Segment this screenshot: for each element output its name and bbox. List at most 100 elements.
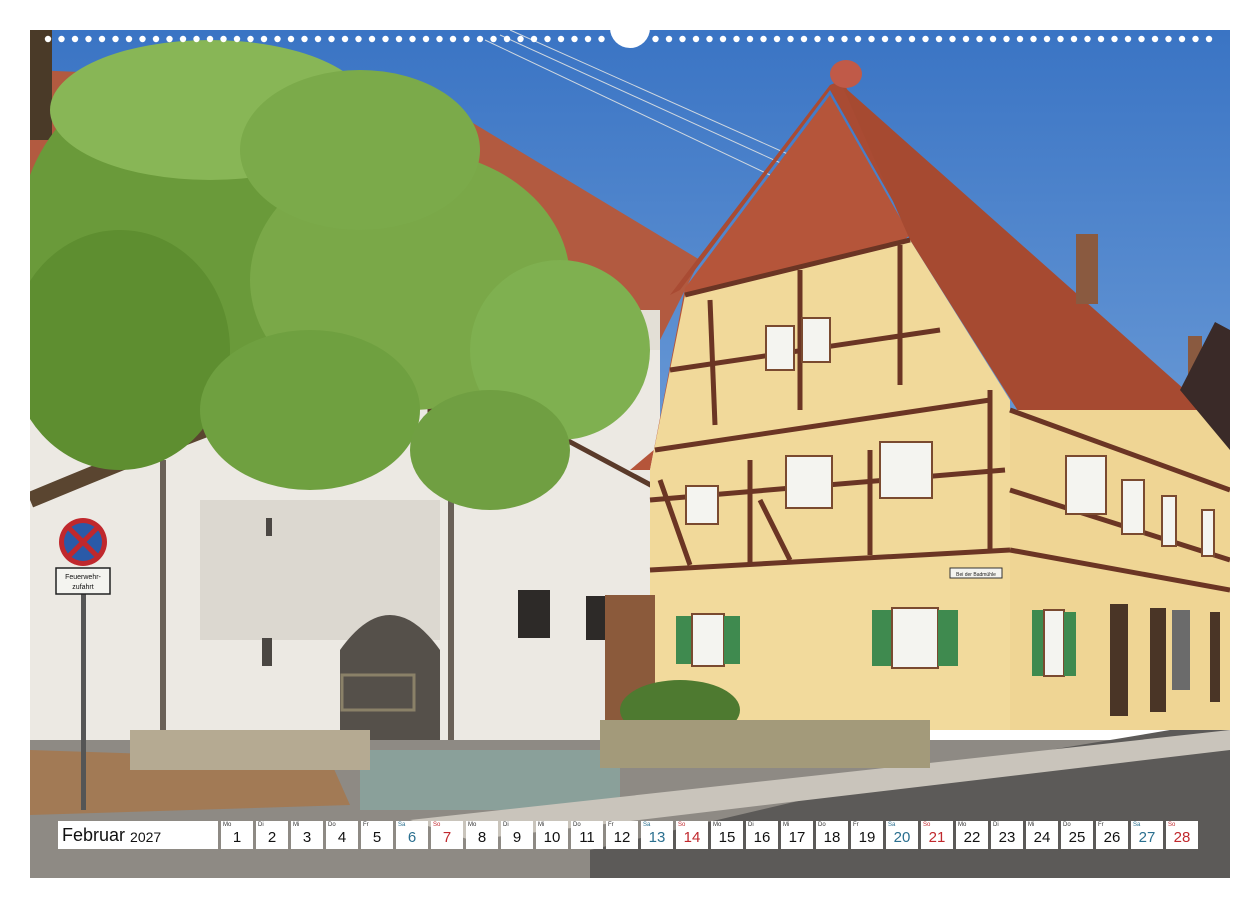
- calendar-day-17: Mi 17: [781, 821, 813, 849]
- binding-hole: [355, 35, 362, 43]
- day-number: 14: [683, 829, 701, 846]
- binding-hole: [1165, 35, 1172, 43]
- street-sign-text: Bei der Badmühle: [956, 572, 996, 578]
- binding-hole: [328, 35, 335, 43]
- calendar-day-28: So 28: [1166, 821, 1198, 849]
- calendar-day-13: Sa 13: [641, 821, 673, 849]
- calendar-day-20: Sa 20: [886, 821, 918, 849]
- calendar-day-4: Do 4: [326, 821, 358, 849]
- binding-hole: [760, 35, 767, 43]
- binding-hole: [1070, 35, 1078, 43]
- binding-hole: [287, 35, 295, 43]
- binding-hole: [679, 35, 686, 43]
- binding-hole: [895, 35, 902, 43]
- day-number: 9: [512, 829, 522, 846]
- day-number: 26: [1103, 829, 1121, 846]
- binding-hole: [368, 35, 376, 43]
- binding-hole: [1030, 35, 1037, 43]
- binding-hole: [1043, 35, 1051, 43]
- calendar-day-16: Di 16: [746, 821, 778, 849]
- binding-hole: [1205, 35, 1213, 43]
- weekday-abbr: Mi: [538, 822, 545, 828]
- day-number: 19: [858, 829, 876, 846]
- binding-hole: [908, 35, 916, 43]
- binding-hole: [260, 35, 268, 43]
- binding-hole: [571, 35, 578, 43]
- binding-hole: [881, 35, 889, 43]
- binding-hole: [152, 35, 160, 43]
- weekday-abbr: Mo: [468, 822, 477, 828]
- binding-hole: [517, 35, 524, 43]
- month-year: 2027: [130, 828, 162, 845]
- binding-hole: [854, 35, 862, 43]
- binding-hole: [274, 35, 281, 43]
- calendar-day-11: Do 11: [571, 821, 603, 849]
- day-number: 10: [543, 829, 561, 846]
- day-number: 6: [407, 829, 417, 846]
- binding-hole: [409, 35, 416, 43]
- binding-hole: [598, 35, 605, 43]
- binding-hole: [841, 35, 848, 43]
- calendar-day-27: Sa 27: [1131, 821, 1163, 849]
- calendar-day-12: Fr 12: [606, 821, 638, 849]
- weekday-abbr: Mi: [783, 822, 790, 828]
- day-number: 8: [477, 829, 487, 846]
- calendar-day-9: Di 9: [501, 821, 533, 849]
- weekday-abbr: Mo: [958, 822, 967, 828]
- calendar-day-7: So 7: [431, 821, 463, 849]
- sign-text-line1: Feuerwehr-: [65, 574, 101, 581]
- day-number: 22: [963, 829, 981, 846]
- weekday-abbr: Mo: [713, 822, 722, 828]
- binding-hole: [787, 35, 794, 43]
- satellite-dish: [830, 60, 862, 88]
- day-number: 11: [579, 829, 595, 846]
- binding-hole: [814, 35, 821, 43]
- arch-passage: [340, 615, 440, 750]
- binding-hole: [868, 35, 875, 43]
- day-number: 27: [1138, 829, 1156, 846]
- binding-hole: [935, 35, 943, 43]
- weekday-abbr: Sa: [398, 822, 406, 828]
- binding-hole: [247, 35, 254, 43]
- calendar-day-18: Do 18: [816, 821, 848, 849]
- day-number: 3: [302, 829, 312, 846]
- binding-hole: [706, 35, 713, 43]
- calendar-day-24: Mi 24: [1026, 821, 1058, 849]
- binding-hole: [112, 35, 119, 43]
- calendar-day-22: Mo 22: [956, 821, 988, 849]
- weekday-abbr: Sa: [888, 822, 896, 828]
- binding-hole: [44, 35, 52, 43]
- calendar-day-5: Fr 5: [361, 821, 393, 849]
- weekday-abbr: Sa: [1133, 822, 1141, 828]
- binding-hole: [719, 35, 727, 43]
- binding-hole: [1151, 35, 1159, 43]
- day-number: 7: [442, 829, 452, 846]
- binding-hole: [1057, 35, 1064, 43]
- binding-hole: [1003, 35, 1010, 43]
- binding-hole: [233, 35, 241, 43]
- binding-hole: [314, 35, 322, 43]
- binding-hole: [584, 35, 592, 43]
- day-number: 17: [788, 829, 806, 846]
- weekday-abbr: Di: [503, 822, 509, 828]
- weekday-abbr: Di: [993, 822, 999, 828]
- weekday-abbr: Mi: [293, 822, 300, 828]
- day-number: 21: [928, 829, 946, 846]
- day-number: 16: [753, 829, 771, 846]
- binding-hole: [1084, 35, 1091, 43]
- month-label: Februar 2027: [58, 821, 218, 849]
- weekday-abbr: Do: [818, 822, 826, 828]
- binding-hole: [125, 35, 133, 43]
- calendar-day-10: Mi 10: [536, 821, 568, 849]
- calendar-day-19: Fr 19: [851, 821, 883, 849]
- calendar-day-26: Fr 26: [1096, 821, 1128, 849]
- weekday-abbr: Fr: [853, 822, 859, 828]
- weekday-abbr: Do: [573, 822, 581, 828]
- binding-hole: [665, 35, 673, 43]
- weekday-abbr: So: [1168, 822, 1176, 828]
- calendar-day-21: So 21: [921, 821, 953, 849]
- binding-hole: [530, 35, 538, 43]
- binding-hole: [827, 35, 835, 43]
- binding-hole: [85, 35, 92, 43]
- binding-hole: [503, 35, 511, 43]
